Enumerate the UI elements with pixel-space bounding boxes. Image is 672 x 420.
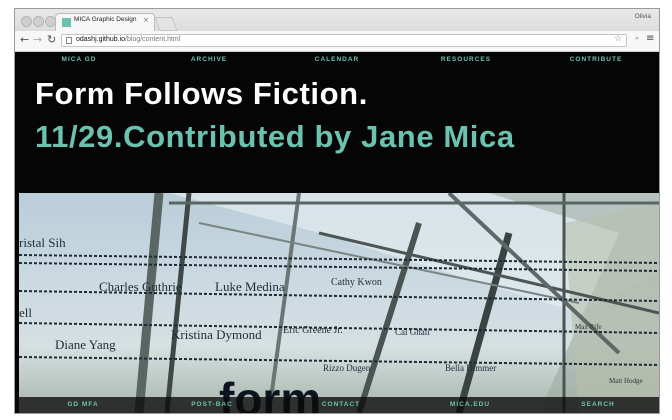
wall-name: Rizzo Dugen xyxy=(323,363,371,373)
nav-contact[interactable]: CONTACT xyxy=(322,401,360,408)
wall-name: Kristina Dymond xyxy=(171,327,262,342)
back-arrow-icon[interactable]: ← xyxy=(20,34,29,46)
bookmark-star-icon[interactable]: ☆ xyxy=(614,34,622,44)
menu-icon[interactable]: ≡ xyxy=(646,33,654,44)
url-host: odashj.github.io xyxy=(76,36,126,43)
post-subtitle: 11/29.Contributed by Jane Mica xyxy=(35,119,515,154)
nav-contribute[interactable]: CONTRIBUTE xyxy=(570,56,623,63)
minimize-window-button[interactable] xyxy=(33,16,44,27)
url-path: /blog/content.html xyxy=(125,36,181,43)
hero-photo: ristal Sih Charles Guthrie Luke Medina C… xyxy=(19,193,659,413)
wall-name: ristal Sih xyxy=(19,235,66,250)
close-window-button[interactable] xyxy=(21,16,32,27)
bottom-navigation: GD MFA POST-BAC CONTACT MICA.EDU SEARCH xyxy=(15,397,659,413)
wall-name: Charles Guthrie xyxy=(99,279,182,294)
browser-titlebar: MICA Graphic Design × Olivia xyxy=(15,9,659,31)
wall-name: Diane Yang xyxy=(55,337,116,352)
nav-gd-mfa[interactable]: GD MFA xyxy=(67,401,98,408)
wall-name: Eric Greene Jr. xyxy=(283,325,343,336)
nav-resources[interactable]: RESOURCES xyxy=(441,56,491,63)
wall-name: Max Rife xyxy=(575,323,602,331)
favicon-icon xyxy=(62,18,71,27)
address-bar[interactable]: odashj.github.io/blog/content.html ☆ xyxy=(61,34,627,47)
forward-arrow-icon[interactable]: → xyxy=(33,34,42,46)
url-text[interactable]: odashj.github.io/blog/content.html xyxy=(76,36,180,43)
wall-name: Cathy Kwon xyxy=(331,277,382,288)
browser-window: MICA Graphic Design × Olivia ← → ↻ odash… xyxy=(14,8,660,414)
wall-name: Matt Hodge xyxy=(609,377,643,385)
nav-mica-gd[interactable]: MICA GD xyxy=(62,56,97,63)
new-tab-button[interactable] xyxy=(154,17,178,31)
profile-name[interactable]: Olivia xyxy=(635,13,651,20)
post-title: Form Follows Fiction. xyxy=(35,76,368,111)
nav-archive[interactable]: ARCHIVE xyxy=(191,56,227,63)
tab-close-icon[interactable]: × xyxy=(143,16,149,24)
browser-toolbar: ← → ↻ odashj.github.io/blog/content.html… xyxy=(15,31,659,52)
nav-calendar[interactable]: CALENDAR xyxy=(315,56,359,63)
extensions-icon[interactable]: » xyxy=(635,35,639,42)
wall-name: Cal Ghali xyxy=(395,327,430,337)
reload-icon[interactable]: ↻ xyxy=(47,34,56,46)
wall-name: Bella Dimmer xyxy=(445,363,496,373)
web-page: MICA GD ARCHIVE CALENDAR RESOURCES CONTR… xyxy=(15,52,659,413)
nav-search[interactable]: SEARCH xyxy=(581,401,614,408)
nav-post-bac[interactable]: POST-BAC xyxy=(191,401,233,408)
tab-title: MICA Graphic Design xyxy=(74,16,137,23)
wall-name: ell xyxy=(19,305,32,320)
atrium-photo-illustration: ristal Sih Charles Guthrie Luke Medina C… xyxy=(19,193,659,413)
wall-name: Luke Medina xyxy=(215,279,285,294)
browser-tab[interactable]: MICA Graphic Design × xyxy=(55,13,155,31)
page-icon xyxy=(66,37,72,44)
nav-mica-edu[interactable]: MICA.EDU xyxy=(450,401,490,408)
top-navigation: MICA GD ARCHIVE CALENDAR RESOURCES CONTR… xyxy=(15,52,659,68)
